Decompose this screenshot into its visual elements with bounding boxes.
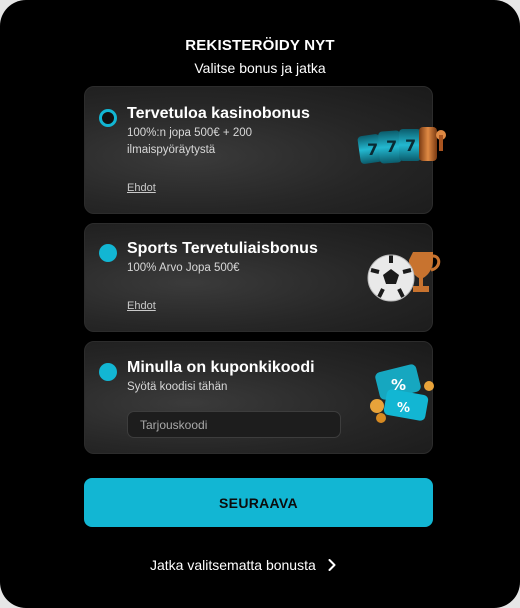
registration-modal: REKISTERÖIDY NYT Valitse bonus ja jatka … bbox=[0, 0, 520, 608]
svg-text:7: 7 bbox=[367, 140, 378, 159]
soccer-ball-trophy-icon bbox=[365, 242, 445, 311]
bonus-radio-coupon[interactable] bbox=[99, 363, 117, 381]
bonus-card-coupon[interactable]: Minulla on kuponkikoodi Syötä koodisi tä… bbox=[84, 341, 434, 454]
bonus-title-coupon: Minulla on kuponkikoodi bbox=[127, 359, 315, 376]
svg-text:7: 7 bbox=[405, 136, 416, 155]
skip-bonus-label: Jatka valitsematta bonusta bbox=[150, 557, 316, 573]
bonus-card-casino[interactable]: Tervetuloa kasinobonus 100%:n jopa 500€ … bbox=[84, 86, 446, 214]
modal-title: REKISTERÖIDY NYT bbox=[185, 37, 335, 54]
bonus-description-coupon: Syötä koodisi tähän bbox=[127, 381, 228, 393]
bonus-title-sports: Sports Tervetuliaisbonus bbox=[127, 240, 318, 257]
bonus-description-casino: 100%:n jopa 500€ + 200 ilmaispyöräytystä bbox=[127, 127, 253, 156]
svg-text:%: % bbox=[397, 401, 410, 416]
coupon-code-input[interactable] bbox=[127, 411, 341, 438]
svg-text:7: 7 bbox=[386, 137, 397, 156]
skip-bonus-link[interactable]: Jatka valitsematta bonusta bbox=[150, 557, 336, 573]
terms-link-sports[interactable]: Ehdot bbox=[127, 300, 156, 312]
chevron-right-icon bbox=[328, 559, 336, 571]
bonus-radio-sports[interactable] bbox=[99, 244, 117, 262]
modal-subtitle: Valitse bonus ja jatka bbox=[194, 60, 326, 76]
coupon-tickets-icon: % % bbox=[367, 362, 437, 431]
bonus-description-sports: 100% Arvo Jopa 500€ bbox=[127, 262, 240, 274]
bonus-radio-casino[interactable] bbox=[99, 109, 117, 127]
bonus-title-casino: Tervetuloa kasinobonus bbox=[127, 105, 310, 122]
terms-link-casino[interactable]: Ehdot bbox=[127, 182, 156, 194]
svg-text:%: % bbox=[391, 376, 406, 394]
slot-reels-icon: 7 7 7 bbox=[357, 121, 449, 178]
next-button[interactable]: SEURAAVA bbox=[84, 478, 433, 527]
bonus-card-sports[interactable]: Sports Tervetuliaisbonus 100% Arvo Jopa … bbox=[84, 223, 441, 332]
